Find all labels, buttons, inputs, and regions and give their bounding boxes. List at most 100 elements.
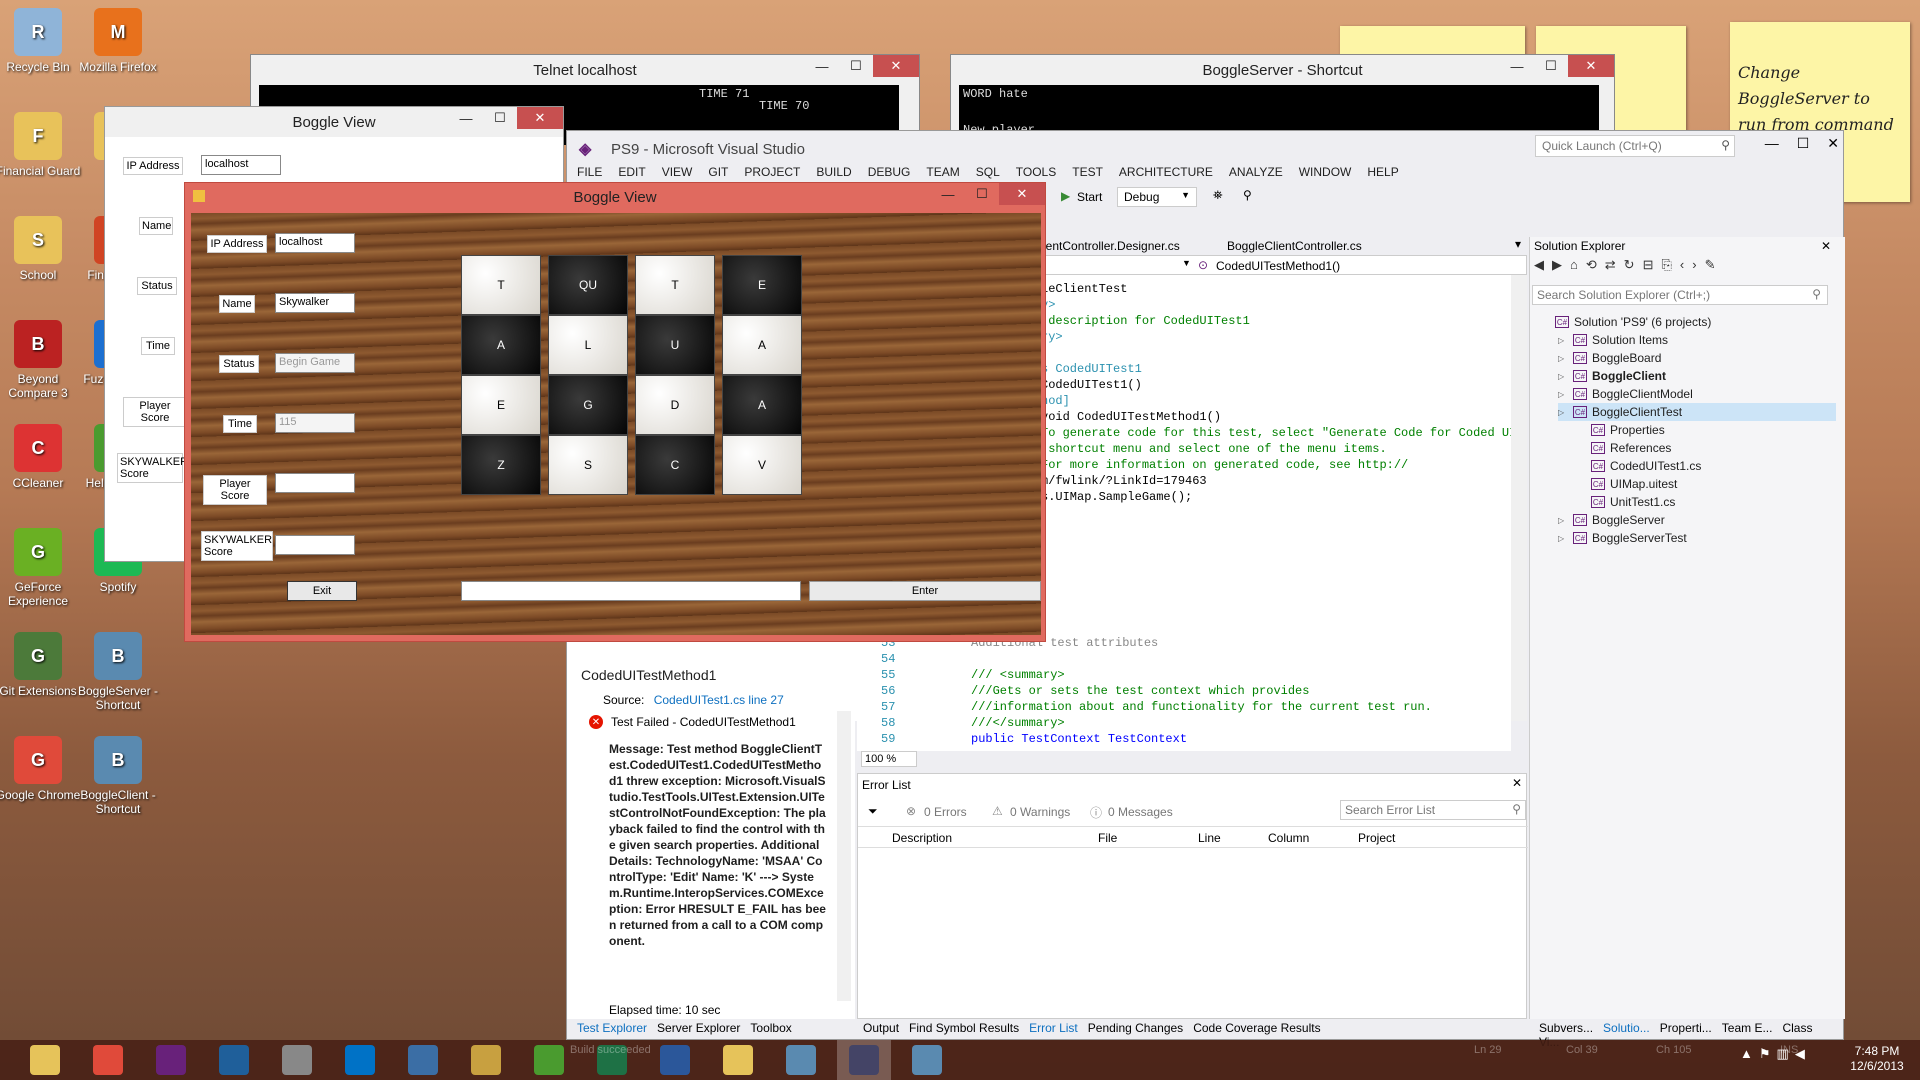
solution-item[interactable]: C# CodedUITest1.cs <box>1576 457 1701 475</box>
desktop-icon[interactable]: G GeForce Experience <box>0 528 82 608</box>
menu-item-file[interactable]: FILE <box>569 165 610 179</box>
menu-item-view[interactable]: VIEW <box>654 165 701 179</box>
solution-item[interactable]: ▷ C# BoggleServer <box>1558 511 1665 529</box>
maximize-icon[interactable]: ☐ <box>1797 135 1810 152</box>
close-icon[interactable]: ✕ <box>873 55 919 77</box>
doc-tab[interactable]: ientController.Designer.cs <box>1043 239 1180 253</box>
taskbar-app[interactable] <box>459 1040 513 1080</box>
clock[interactable]: 7:48 PM 12/6/2013 <box>1842 1044 1912 1074</box>
bottom-tab[interactable]: Toolbox <box>750 1021 791 1035</box>
desktop-icon[interactable]: M Mozilla Firefox <box>74 8 162 74</box>
detail-scrollbar[interactable] <box>837 711 851 1001</box>
taskbar-app[interactable] <box>648 1040 702 1080</box>
menu-item-architecture[interactable]: ARCHITECTURE <box>1111 165 1221 179</box>
home-icon[interactable]: ⌂ <box>1570 257 1586 272</box>
boggle-window[interactable]: Boggle View — ☐ ✕ IP Address localhost Nam… <box>184 182 1046 642</box>
desktop-icon[interactable]: G Git Extensions <box>0 632 82 698</box>
boggle-tile[interactable]: A <box>722 375 802 435</box>
menu-item-sql[interactable]: SQL <box>968 165 1008 179</box>
solution-item[interactable]: ▷ C# BoggleClient <box>1558 367 1666 385</box>
messages-filter[interactable]: 0 Messages <box>1108 805 1173 819</box>
time-input[interactable]: 115 <box>275 413 355 433</box>
filter-icon[interactable]: ⏷ <box>868 804 878 819</box>
enter-button[interactable]: Enter <box>809 581 1041 601</box>
maximize-icon[interactable]: ☐ <box>839 55 873 77</box>
name-input[interactable]: Skywalker <box>275 293 355 313</box>
menu-item-git[interactable]: GIT <box>700 165 736 179</box>
refresh-icon[interactable]: ↻ <box>1624 257 1643 272</box>
solution-item[interactable]: C# References <box>1576 439 1671 457</box>
menu-item-tools[interactable]: TOOLS <box>1008 165 1064 179</box>
boggle-tile[interactable]: T <box>461 255 541 315</box>
solution-item[interactable]: ▷ C# BoggleBoard <box>1558 349 1661 367</box>
boggle-tile[interactable]: E <box>461 375 541 435</box>
bottom-tab[interactable]: Subvers... <box>1539 1021 1593 1035</box>
close-icon[interactable]: ✕ <box>1821 239 1831 253</box>
attach-icon[interactable]: ⛯ <box>1213 188 1223 203</box>
maximize-icon[interactable]: ☐ <box>483 107 517 129</box>
minimize-icon[interactable]: — <box>1500 55 1534 77</box>
taskbar-app[interactable] <box>837 1040 891 1080</box>
expand-icon[interactable]: ▷ <box>1558 336 1568 345</box>
code-icon[interactable]: ‹› <box>1680 257 1705 272</box>
warnings-filter[interactable]: 0 Warnings <box>1010 805 1070 819</box>
solution-item[interactable]: ▷ C# BoggleServerTest <box>1558 529 1687 547</box>
minimize-icon[interactable]: — <box>805 55 839 77</box>
forward-icon[interactable]: ▶ <box>1552 257 1570 272</box>
taskbar-app[interactable] <box>333 1040 387 1080</box>
status-input[interactable]: Begin Game <box>275 353 355 373</box>
copy-icon[interactable]: ⎘ <box>1661 257 1679 272</box>
minimize-icon[interactable]: — <box>1765 135 1779 152</box>
menu-item-build[interactable]: BUILD <box>808 165 859 179</box>
start-button[interactable]: Start <box>1077 190 1102 204</box>
ip-input[interactable]: localhost <box>201 155 281 175</box>
maximize-icon[interactable]: ☐ <box>1534 55 1568 77</box>
close-icon[interactable]: ✕ <box>1568 55 1614 77</box>
boggle-tile[interactable]: QU <box>548 255 628 315</box>
volume-icon[interactable]: ◀ <box>1795 1046 1811 1061</box>
solution-item[interactable]: C# Solution 'PS9' (6 projects) <box>1540 313 1711 331</box>
server-titlebar[interactable]: BoggleServer - Shortcut — ☐ ✕ <box>951 55 1614 85</box>
bottom-tab[interactable]: Error List <box>1029 1021 1078 1035</box>
opp-score-input[interactable] <box>275 535 355 555</box>
column-header[interactable]: Description <box>892 831 952 845</box>
column-header[interactable]: Line <box>1198 831 1221 845</box>
column-header[interactable]: Project <box>1358 831 1395 845</box>
menu-item-help[interactable]: HELP <box>1359 165 1406 179</box>
menu-item-analyze[interactable]: ANALYZE <box>1221 165 1291 179</box>
boggle-titlebar[interactable]: Boggle View — ☐ ✕ <box>185 183 1045 211</box>
menu-item-team[interactable]: TEAM <box>918 165 967 179</box>
word-input[interactable] <box>461 581 801 601</box>
se-search-input[interactable]: Search Solution Explorer (Ctrl+;) ⚲ <box>1532 285 1828 305</box>
close-icon[interactable]: ✕ <box>1827 135 1839 152</box>
boggle-tile[interactable]: L <box>548 315 628 375</box>
bottom-tab[interactable]: Pending Changes <box>1088 1021 1183 1035</box>
network-icon[interactable]: ▥ <box>1777 1046 1795 1061</box>
expand-icon[interactable]: ▷ <box>1558 390 1568 399</box>
solution-item[interactable]: C# Properties <box>1576 421 1665 439</box>
menu-item-project[interactable]: PROJECT <box>736 165 808 179</box>
source-link[interactable]: CodedUITest1.cs line 27 <box>654 693 784 707</box>
properties-icon[interactable]: ✎ <box>1705 257 1724 272</box>
exit-button[interactable]: Exit <box>287 581 357 601</box>
error-search-input[interactable]: Search Error List ⚲ <box>1340 800 1526 820</box>
nav-method[interactable]: CodedUITestMethod1() <box>1216 259 1340 273</box>
boggle-tile[interactable]: Z <box>461 435 541 495</box>
boggle-tile[interactable]: A <box>722 315 802 375</box>
quick-launch-input[interactable]: Quick Launch (Ctrl+Q) ⚲ <box>1535 135 1735 157</box>
solution-item[interactable]: C# UnitTest1.cs <box>1576 493 1675 511</box>
close-icon[interactable]: ✕ <box>517 107 563 129</box>
editor-scrollbar[interactable] <box>1511 275 1527 721</box>
menu-item-debug[interactable]: DEBUG <box>860 165 919 179</box>
desktop-icon[interactable]: R Recycle Bin <box>0 8 82 74</box>
desktop-icon[interactable]: B BoggleClient - Shortcut <box>74 736 162 816</box>
back-icon[interactable]: ◀ <box>1534 257 1552 272</box>
boggle-tile[interactable]: G <box>548 375 628 435</box>
taskbar-app[interactable] <box>270 1040 324 1080</box>
menu-item-edit[interactable]: EDIT <box>610 165 653 179</box>
taskbar-app[interactable] <box>81 1040 135 1080</box>
zoom-select[interactable]: 100 % <box>861 751 917 767</box>
doc-tab[interactable]: BoggleClientController.cs <box>1227 239 1362 253</box>
solution-item[interactable]: C# UIMap.uitest <box>1576 475 1677 493</box>
taskbar-app[interactable] <box>396 1040 450 1080</box>
